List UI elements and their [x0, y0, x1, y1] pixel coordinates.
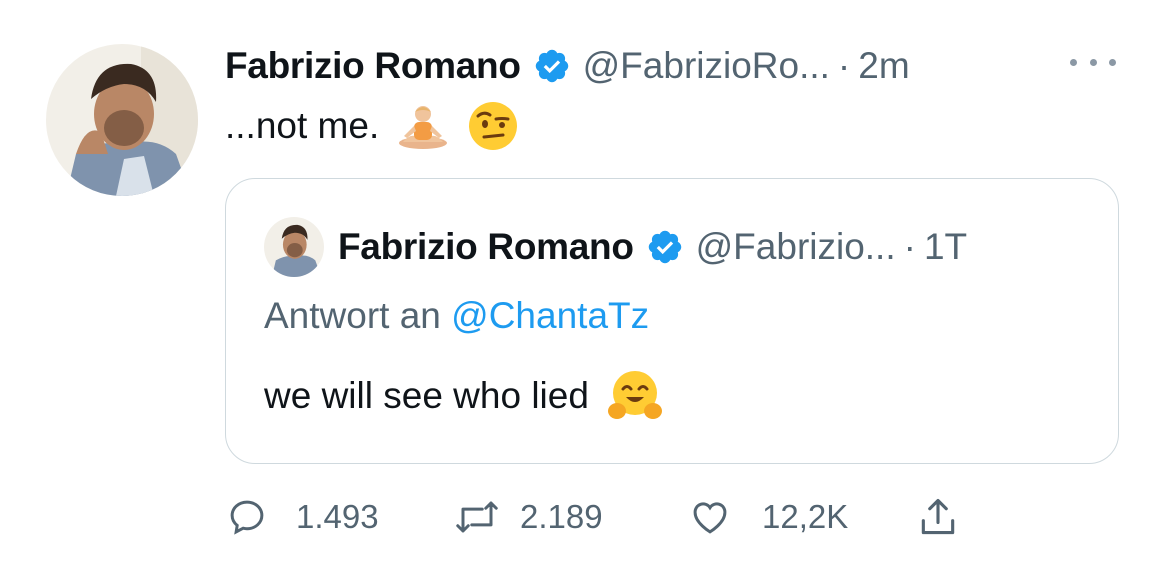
author-handle[interactable]: @FabrizioRo... — [583, 45, 830, 87]
quoted-author-handle[interactable]: @Fabrizio... — [696, 226, 896, 268]
retweet-icon — [454, 496, 500, 538]
reply-context: Antwort an @ChantaTz — [264, 295, 649, 337]
tweet-text: ...not me. — [225, 98, 519, 154]
heart-icon — [688, 496, 732, 538]
like-button[interactable]: 12,2K — [688, 492, 848, 542]
more-options-icon[interactable] — [1068, 50, 1118, 74]
tweet-body: ...not me. — [225, 105, 380, 146]
quoted-tweet-card[interactable]: Fabrizio Romano @Fabrizio... · 1T Antwor… — [225, 178, 1119, 464]
share-button[interactable] — [916, 492, 960, 542]
quoted-author-name[interactable]: Fabrizio Romano — [338, 226, 634, 268]
like-count: 12,2K — [762, 498, 849, 535]
reply-button[interactable]: 1.493 — [226, 492, 379, 542]
tweet-timestamp[interactable]: 2m — [858, 45, 909, 87]
quoted-tweet-timestamp[interactable]: 1T — [924, 226, 967, 268]
quoted-tweet-text: we will see who lied — [264, 369, 663, 423]
reply-icon — [226, 496, 268, 538]
verified-badge-icon — [533, 47, 571, 85]
share-icon — [916, 494, 960, 540]
quoted-tweet-header: Fabrizio Romano @Fabrizio... · 1T — [338, 219, 967, 275]
retweet-count: 2.189 — [520, 498, 603, 535]
author-avatar[interactable] — [46, 44, 198, 196]
author-name[interactable]: Fabrizio Romano — [225, 45, 521, 87]
quoted-author-avatar[interactable] — [264, 217, 324, 277]
tweet-header: Fabrizio Romano @FabrizioRo... · 2m — [225, 38, 910, 94]
quoted-tweet-body: we will see who lied — [264, 375, 589, 416]
raised-eyebrow-emoji-icon — [467, 100, 519, 152]
verified-badge-icon — [646, 228, 684, 266]
reply-count: 1.493 — [296, 498, 379, 535]
lotus-position-emoji-icon — [397, 102, 449, 150]
reply-mention-link[interactable]: @ChantaTz — [451, 295, 649, 336]
separator-dot: · — [903, 226, 916, 267]
tweet-actions: 1.493 2.189 12,2K — [226, 492, 986, 542]
reply-prefix: Antwort an — [264, 295, 441, 336]
separator-dot: · — [837, 45, 851, 86]
retweet-button[interactable]: 2.189 — [454, 492, 603, 542]
hugging-face-emoji-icon — [607, 369, 663, 423]
